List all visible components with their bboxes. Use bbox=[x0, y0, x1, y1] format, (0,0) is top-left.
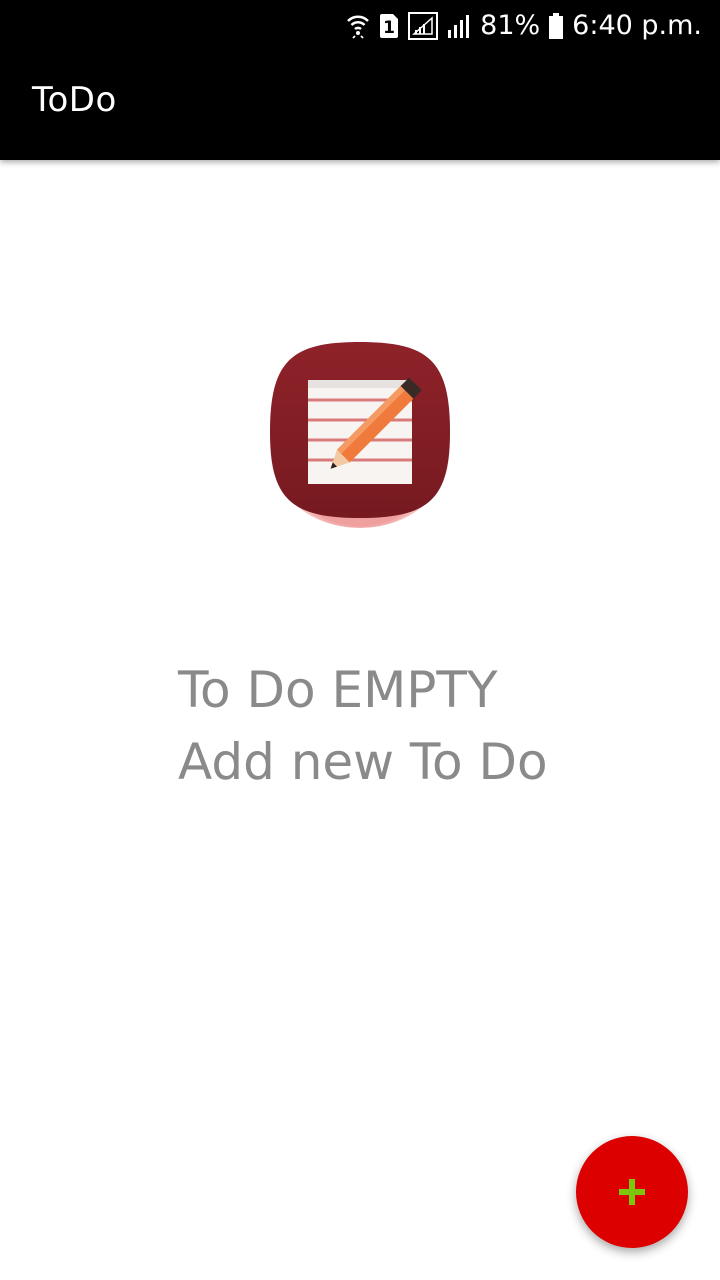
empty-state-title: To Do EMPTY bbox=[178, 661, 498, 719]
clock: 6:40 p.m. bbox=[572, 10, 702, 41]
app-title: ToDo bbox=[32, 80, 117, 120]
signal-icon bbox=[408, 12, 439, 40]
battery-icon bbox=[548, 12, 564, 40]
status-icons: 1 81% 6:40 p.m. bbox=[346, 8, 702, 44]
status-bar: 1 81% 6:40 p.m. bbox=[0, 0, 720, 50]
plus-icon bbox=[617, 1177, 647, 1207]
empty-state-message: To Do EMPTY Add new To Do bbox=[178, 654, 658, 798]
empty-state-subtitle: Add new To Do bbox=[178, 733, 548, 791]
notepad-pencil-icon bbox=[268, 340, 452, 530]
battery-percent: 81% bbox=[480, 10, 541, 41]
app-bar: ToDo bbox=[0, 50, 720, 160]
signal-icon bbox=[446, 12, 472, 40]
wifi-icon bbox=[346, 12, 370, 40]
sim-label: 1 bbox=[383, 18, 395, 38]
add-todo-button[interactable] bbox=[576, 1136, 688, 1248]
screen: 1 81% 6:40 p.m. ToDo To Do EMPTY Add new… bbox=[0, 0, 720, 1280]
sim-icon: 1 bbox=[378, 12, 400, 40]
